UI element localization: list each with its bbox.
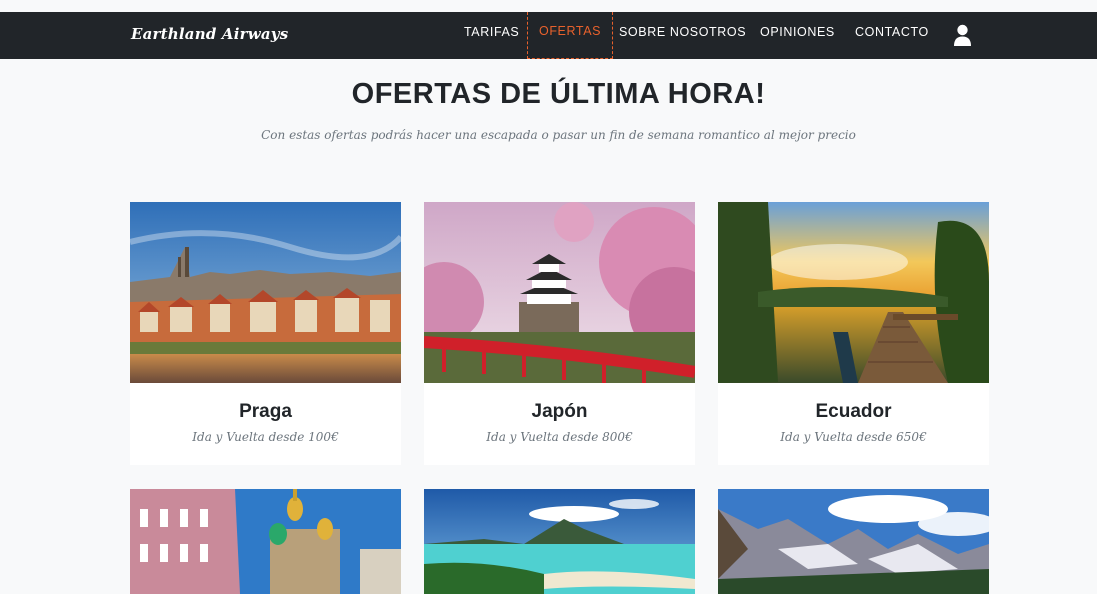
offer-card-praga[interactable]: Praga Ida y Vuelta desde 100€	[130, 202, 401, 465]
offer-image-6	[718, 489, 989, 594]
nav-item-contacto[interactable]: CONTACTO	[844, 12, 940, 59]
offer-name: Ecuador	[815, 401, 892, 422]
offer-name: Japón	[531, 401, 588, 422]
offer-image-4	[130, 489, 401, 594]
offer-name: Praga	[239, 401, 292, 422]
offer-price: Ida y Vuelta desde 800€	[486, 430, 633, 444]
offer-image-5	[424, 489, 695, 594]
offer-price: Ida y Vuelta desde 650€	[780, 430, 927, 444]
offer-card-ecuador[interactable]: Ecuador Ida y Vuelta desde 650€	[718, 202, 989, 465]
brand-logo[interactable]: Earthland Airways	[131, 25, 288, 43]
nav-item-sobre-nosotros[interactable]: SOBRE NOSOTROS	[608, 12, 757, 59]
offer-card-japon[interactable]: Japón Ida y Vuelta desde 800€	[424, 202, 695, 465]
nav-item-ofertas[interactable]: OFERTAS	[527, 12, 614, 59]
offer-card-5[interactable]	[424, 489, 695, 594]
offer-image-japon	[424, 202, 695, 383]
user-icon[interactable]	[953, 24, 972, 47]
page-subtitle: Con estas ofertas podrás hacer una escap…	[261, 128, 856, 142]
offer-card-4[interactable]	[130, 489, 401, 594]
offer-card-6[interactable]	[718, 489, 989, 594]
nav-item-tarifas[interactable]: TARIFAS	[453, 12, 530, 59]
offer-image-ecuador	[718, 202, 989, 383]
page-title: OFERTAS DE ÚLTIMA HORA!	[351, 78, 766, 110]
offer-image-praga	[130, 202, 401, 383]
offer-price: Ida y Vuelta desde 100€	[192, 430, 339, 444]
navbar: Earthland Airways TARIFAS OFERTAS SOBRE …	[0, 12, 1097, 59]
nav-item-opiniones[interactable]: OPINIONES	[749, 12, 846, 59]
